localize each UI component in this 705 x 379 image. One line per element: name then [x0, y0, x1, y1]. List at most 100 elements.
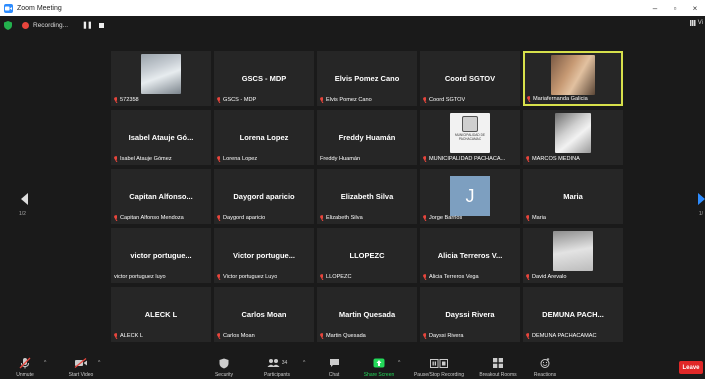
recording-indicator-icon — [22, 21, 29, 29]
reactions-icon — [540, 357, 550, 369]
participant-tile[interactable]: DEMUNA PACH... DEMUNA PACHACAMAC — [523, 287, 623, 342]
breakout-rooms-button[interactable]: Breakout Rooms — [475, 353, 521, 379]
mic-muted-icon — [320, 274, 324, 280]
share-screen-button[interactable]: Share Screen — [358, 353, 400, 379]
participant-video: MUNICIPALIDAD DE PACHACAMAC — [450, 113, 490, 153]
participant-name-label: MUNICIPALIDAD PACHACA... — [423, 156, 505, 162]
participant-tile[interactable]: GSCS - MDP GSCS - MDP — [214, 51, 314, 106]
mic-muted-icon — [114, 156, 118, 162]
share-options-caret-icon[interactable]: ^ — [398, 360, 400, 366]
audio-options-caret-icon[interactable]: ^ — [44, 360, 46, 366]
next-page-icon[interactable] — [697, 192, 705, 206]
participant-display-name: Coord SGTOV — [444, 74, 496, 83]
unmute-label: Unmute — [16, 372, 34, 378]
participant-tile[interactable]: Alicia Terreros V... Alicia Terreros Vega — [420, 228, 520, 283]
participant-name: Lorena Lopez — [223, 156, 258, 162]
security-label: Security — [214, 372, 234, 378]
participant-tile[interactable]: Coord SGTOV Coord SGTOV — [420, 51, 520, 106]
participant-tile[interactable]: ALECK L ALECK L — [111, 287, 211, 342]
participant-tile[interactable]: MUNICIPALIDAD DE PACHACAMAC MUNICIPALIDAD… — [420, 110, 520, 165]
participant-name-label: Carlos Moan — [217, 333, 255, 339]
participant-tile[interactable]: MARCOS MEDINA — [523, 110, 623, 165]
stop-recording-icon[interactable] — [98, 22, 104, 28]
participant-tile[interactable]: Daygord aparicio Daygord aparicio — [214, 169, 314, 224]
view-button-label: Vi — [697, 20, 703, 26]
close-icon[interactable]: × — [685, 0, 705, 16]
participant-name-label: Isabel Atauje Gómez — [114, 156, 172, 162]
video-options-caret-icon[interactable]: ^ — [98, 360, 100, 366]
participant-tile[interactable]: Carlos Moan Carlos Moan — [214, 287, 314, 342]
participant-name: victor portuguez luyo — [114, 274, 166, 280]
participant-display-name: victor portugue... — [130, 251, 192, 260]
participant-name-label: Daygord aparicio — [217, 215, 265, 221]
participant-tile[interactable]: Victor portugue... Victor portuguez Luyo — [214, 228, 314, 283]
participants-button[interactable]: 34 Participants — [254, 353, 300, 379]
participant-tile[interactable]: Martin Quesada Martin Quesada — [317, 287, 417, 342]
participant-name-label: David Arevalo — [526, 274, 567, 280]
participant-name-label: Coord SGTOV — [423, 97, 465, 103]
participant-tile[interactable]: victor portugue... victor portuguez luyo — [111, 228, 211, 283]
participant-tile[interactable]: Elvis Pomez Cano Elvis Pomez Cano — [317, 51, 417, 106]
participant-tile[interactable]: Isabel Atauje Gó... Isabel Atauje Gómez — [111, 110, 211, 165]
start-video-label: Start Video — [68, 372, 94, 378]
participant-name: Daygord aparicio — [223, 215, 266, 221]
participant-display-name: LLOPEZC — [349, 251, 385, 260]
participant-name: LLOPEZC — [326, 274, 352, 280]
pause-recording-icon[interactable]: ❚❚ — [82, 21, 93, 29]
participant-display-name: Freddy Huamán — [338, 133, 396, 142]
participant-name: Carlos Moan — [223, 333, 255, 339]
participant-name: Mariafernanda Galicia — [533, 96, 588, 102]
minimize-icon[interactable]: – — [645, 0, 665, 16]
participant-display-name: Maria — [563, 192, 583, 201]
participant-name-label: Mariafernanda Galicia — [527, 96, 588, 102]
recording-label: Recording... — [33, 21, 69, 29]
chat-button[interactable]: Chat — [322, 353, 346, 379]
reactions-button[interactable]: Reactions — [530, 353, 560, 379]
mic-muted-icon — [19, 357, 31, 369]
participant-name-label: victor portuguez luyo — [114, 274, 166, 280]
participants-caret-icon[interactable]: ^ — [303, 360, 305, 366]
unmute-button[interactable]: Unmute — [12, 353, 38, 379]
participant-tile[interactable]: 572358 — [111, 51, 211, 106]
participant-display-name: Dayssi Rivera — [445, 310, 495, 319]
participant-tile[interactable]: Freddy Huamán Freddy Huamán — [317, 110, 417, 165]
participant-tile[interactable]: David Arevalo — [523, 228, 623, 283]
mic-muted-icon — [114, 97, 118, 103]
participant-name: David Arevalo — [532, 274, 567, 280]
leave-button[interactable]: Leave — [679, 361, 703, 374]
breakout-rooms-icon — [493, 357, 503, 369]
maximize-icon[interactable]: ▫ — [665, 0, 685, 16]
municipality-logo: MUNICIPALIDAD DE PACHACAMAC — [454, 116, 486, 150]
participant-name: Maria — [532, 215, 546, 221]
participant-display-name: Lorena Lopez — [239, 133, 289, 142]
participant-tile[interactable]: J Jorge Barrios — [420, 169, 520, 224]
participant-name-label: Elvis Pomez Cano — [320, 97, 372, 103]
participant-tile[interactable]: Elizabeth Silva Elizabeth Silva — [317, 169, 417, 224]
security-button[interactable]: Security — [207, 353, 241, 379]
participant-name: Alicia Terreros Vega — [429, 274, 479, 280]
video-off-icon — [74, 357, 88, 369]
gallery-view-icon — [689, 20, 696, 26]
participant-tile[interactable]: Capitan Alfonso... Capitan Alfonso Mendoz… — [111, 169, 211, 224]
participant-name: MUNICIPALIDAD PACHACA... — [429, 156, 506, 162]
participant-name-label: Alicia Terreros Vega — [423, 274, 479, 280]
participant-tile[interactable]: LLOPEZC LLOPEZC — [317, 228, 417, 283]
participant-video — [141, 54, 181, 94]
start-video-button[interactable]: Start Video — [61, 353, 101, 379]
previous-page-icon[interactable] — [19, 192, 29, 206]
participant-name: Isabel Atauje Gómez — [120, 156, 172, 162]
reactions-label: Reactions — [533, 372, 557, 378]
participant-tile[interactable]: Lorena Lopez Lorena Lopez — [214, 110, 314, 165]
mic-muted-icon — [114, 215, 118, 221]
participant-name-label: GSCS - MDP — [217, 97, 256, 103]
participant-name: ALECK L — [120, 333, 144, 339]
pause-stop-recording-button[interactable]: Pause/Stop Recording — [410, 353, 468, 379]
participant-tile[interactable]: Mariafernanda Galicia — [523, 51, 623, 106]
participant-tile[interactable]: Maria Maria — [523, 169, 623, 224]
participant-tile[interactable]: Dayssi Rivera Dayssi Rivera — [420, 287, 520, 342]
view-button[interactable]: Vi — [689, 20, 703, 26]
window-title: Zoom Meeting — [17, 4, 62, 12]
participant-name-label: 572358 — [114, 97, 139, 103]
encryption-shield-icon[interactable] — [4, 20, 12, 30]
participant-display-name: Elizabeth Silva — [340, 192, 394, 201]
